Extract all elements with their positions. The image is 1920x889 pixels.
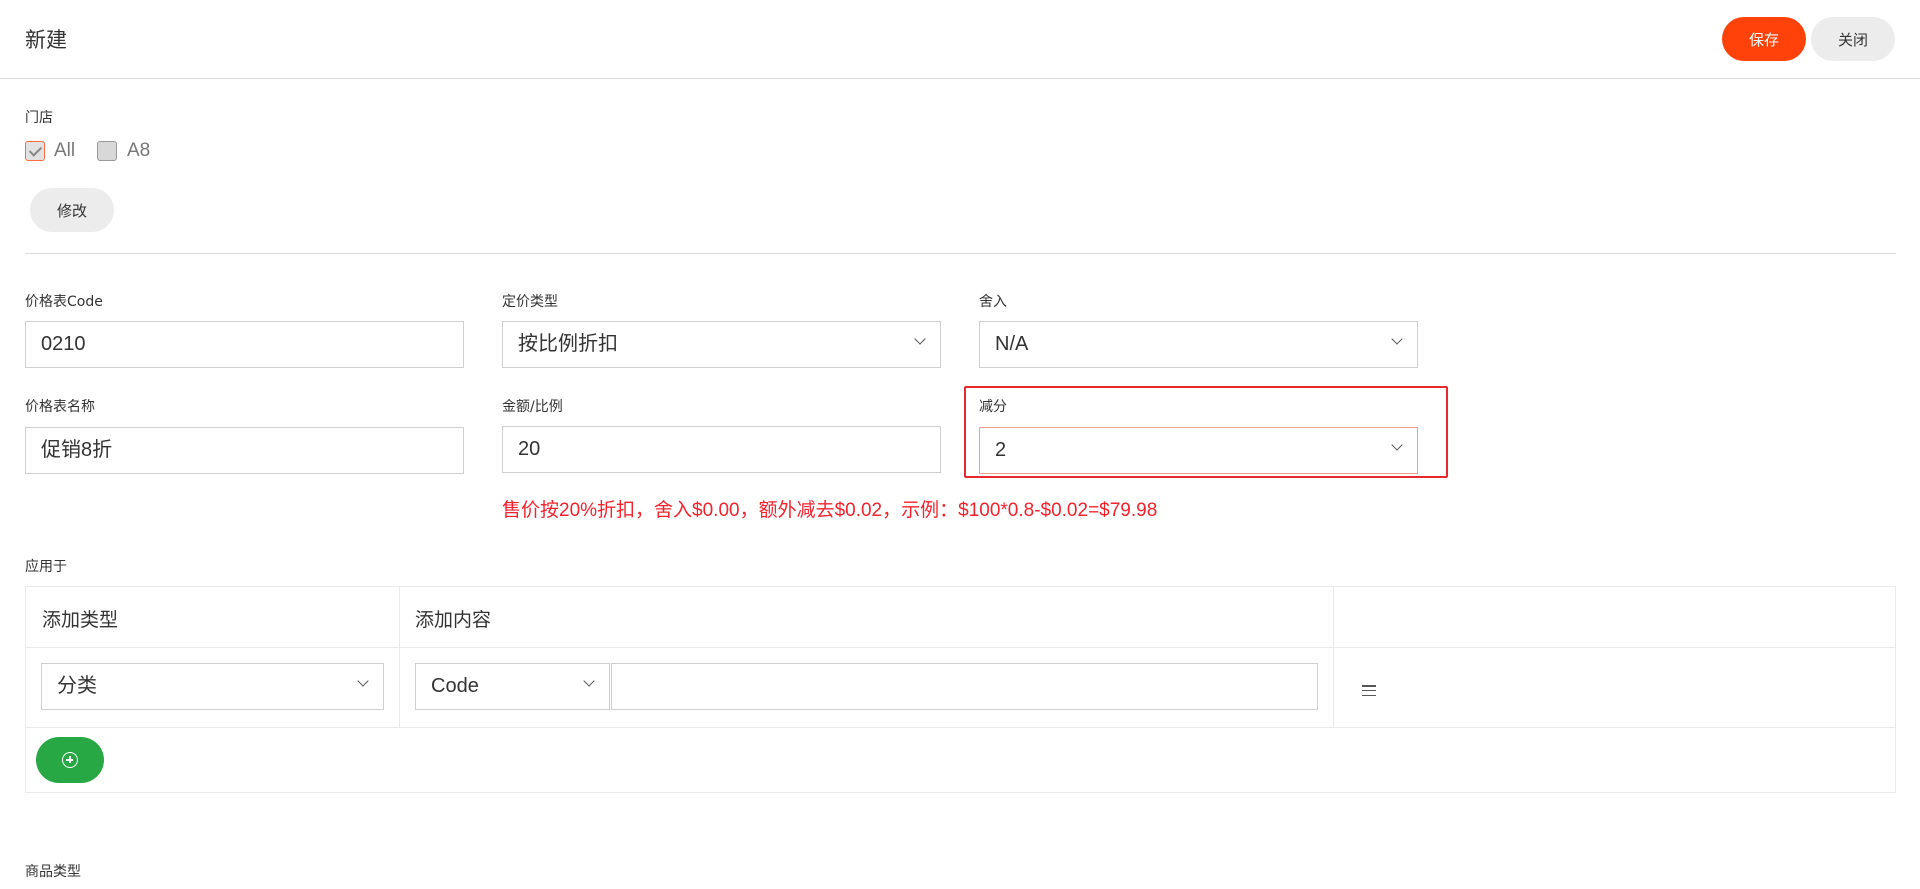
deduction-label: 减分 [979, 399, 1007, 415]
rounding-select[interactable]: N/A [979, 321, 1418, 368]
column-header-type: 添加类型 [42, 609, 119, 631]
store-a8-label: A8 [127, 140, 151, 161]
product-type-label: 商品类型 [25, 864, 81, 880]
store-all-label: All [54, 140, 76, 161]
content-value-input[interactable] [611, 663, 1318, 710]
rounding-label: 舍入 [979, 294, 1007, 310]
price-code-input[interactable]: 0210 [25, 321, 464, 368]
close-button[interactable]: 关闭 [1811, 17, 1895, 61]
add-type-select[interactable]: 分类 [41, 663, 384, 710]
price-name-label: 价格表名称 [25, 399, 95, 415]
pricing-example-text: 售价按20%折扣，舍入$0.00，额外减去$0.02，示例：$100*0.8-$… [502, 500, 1158, 521]
pricing-type-value: 按比例折扣 [518, 333, 618, 355]
content-field-value: Code [431, 675, 479, 697]
store-label: 门店 [25, 110, 53, 126]
column-divider [1333, 587, 1334, 727]
store-a8-checkbox[interactable] [97, 141, 117, 161]
chevron-down-icon [914, 333, 926, 345]
rounding-value: N/A [995, 333, 1029, 355]
price-code-label: 价格表Code [25, 294, 103, 310]
apply-to-label: 应用于 [25, 559, 67, 575]
chevron-down-icon [1391, 333, 1403, 345]
chevron-down-icon [357, 675, 369, 687]
column-divider [399, 587, 400, 727]
plus-circle-icon [62, 752, 78, 768]
section-divider [25, 253, 1896, 254]
add-type-value: 分类 [57, 675, 97, 697]
page-header: 新建 保存 关闭 [0, 0, 1920, 79]
deduction-select[interactable]: 2 [979, 427, 1418, 474]
modify-button[interactable]: 修改 [30, 188, 114, 232]
amount-ratio-label: 金额/比例 [502, 399, 563, 415]
chevron-down-icon [583, 675, 595, 687]
chevron-down-icon [1391, 439, 1403, 451]
deduction-value: 2 [995, 439, 1007, 461]
save-button[interactable]: 保存 [1722, 17, 1806, 61]
add-row-button[interactable] [36, 737, 104, 783]
store-all-checkbox[interactable] [25, 141, 45, 161]
row-divider [26, 727, 1895, 728]
price-name-input[interactable]: 促销8折 [25, 427, 464, 474]
page-title: 新建 [25, 28, 67, 52]
row-divider [26, 647, 1895, 648]
amount-ratio-input[interactable]: 20 [502, 426, 941, 473]
pricing-type-label: 定价类型 [502, 294, 558, 310]
content-field-select[interactable]: Code [415, 663, 610, 710]
drag-handle-icon[interactable] [1362, 685, 1376, 697]
column-header-content: 添加内容 [415, 609, 492, 631]
pricing-type-select[interactable]: 按比例折扣 [502, 321, 941, 368]
